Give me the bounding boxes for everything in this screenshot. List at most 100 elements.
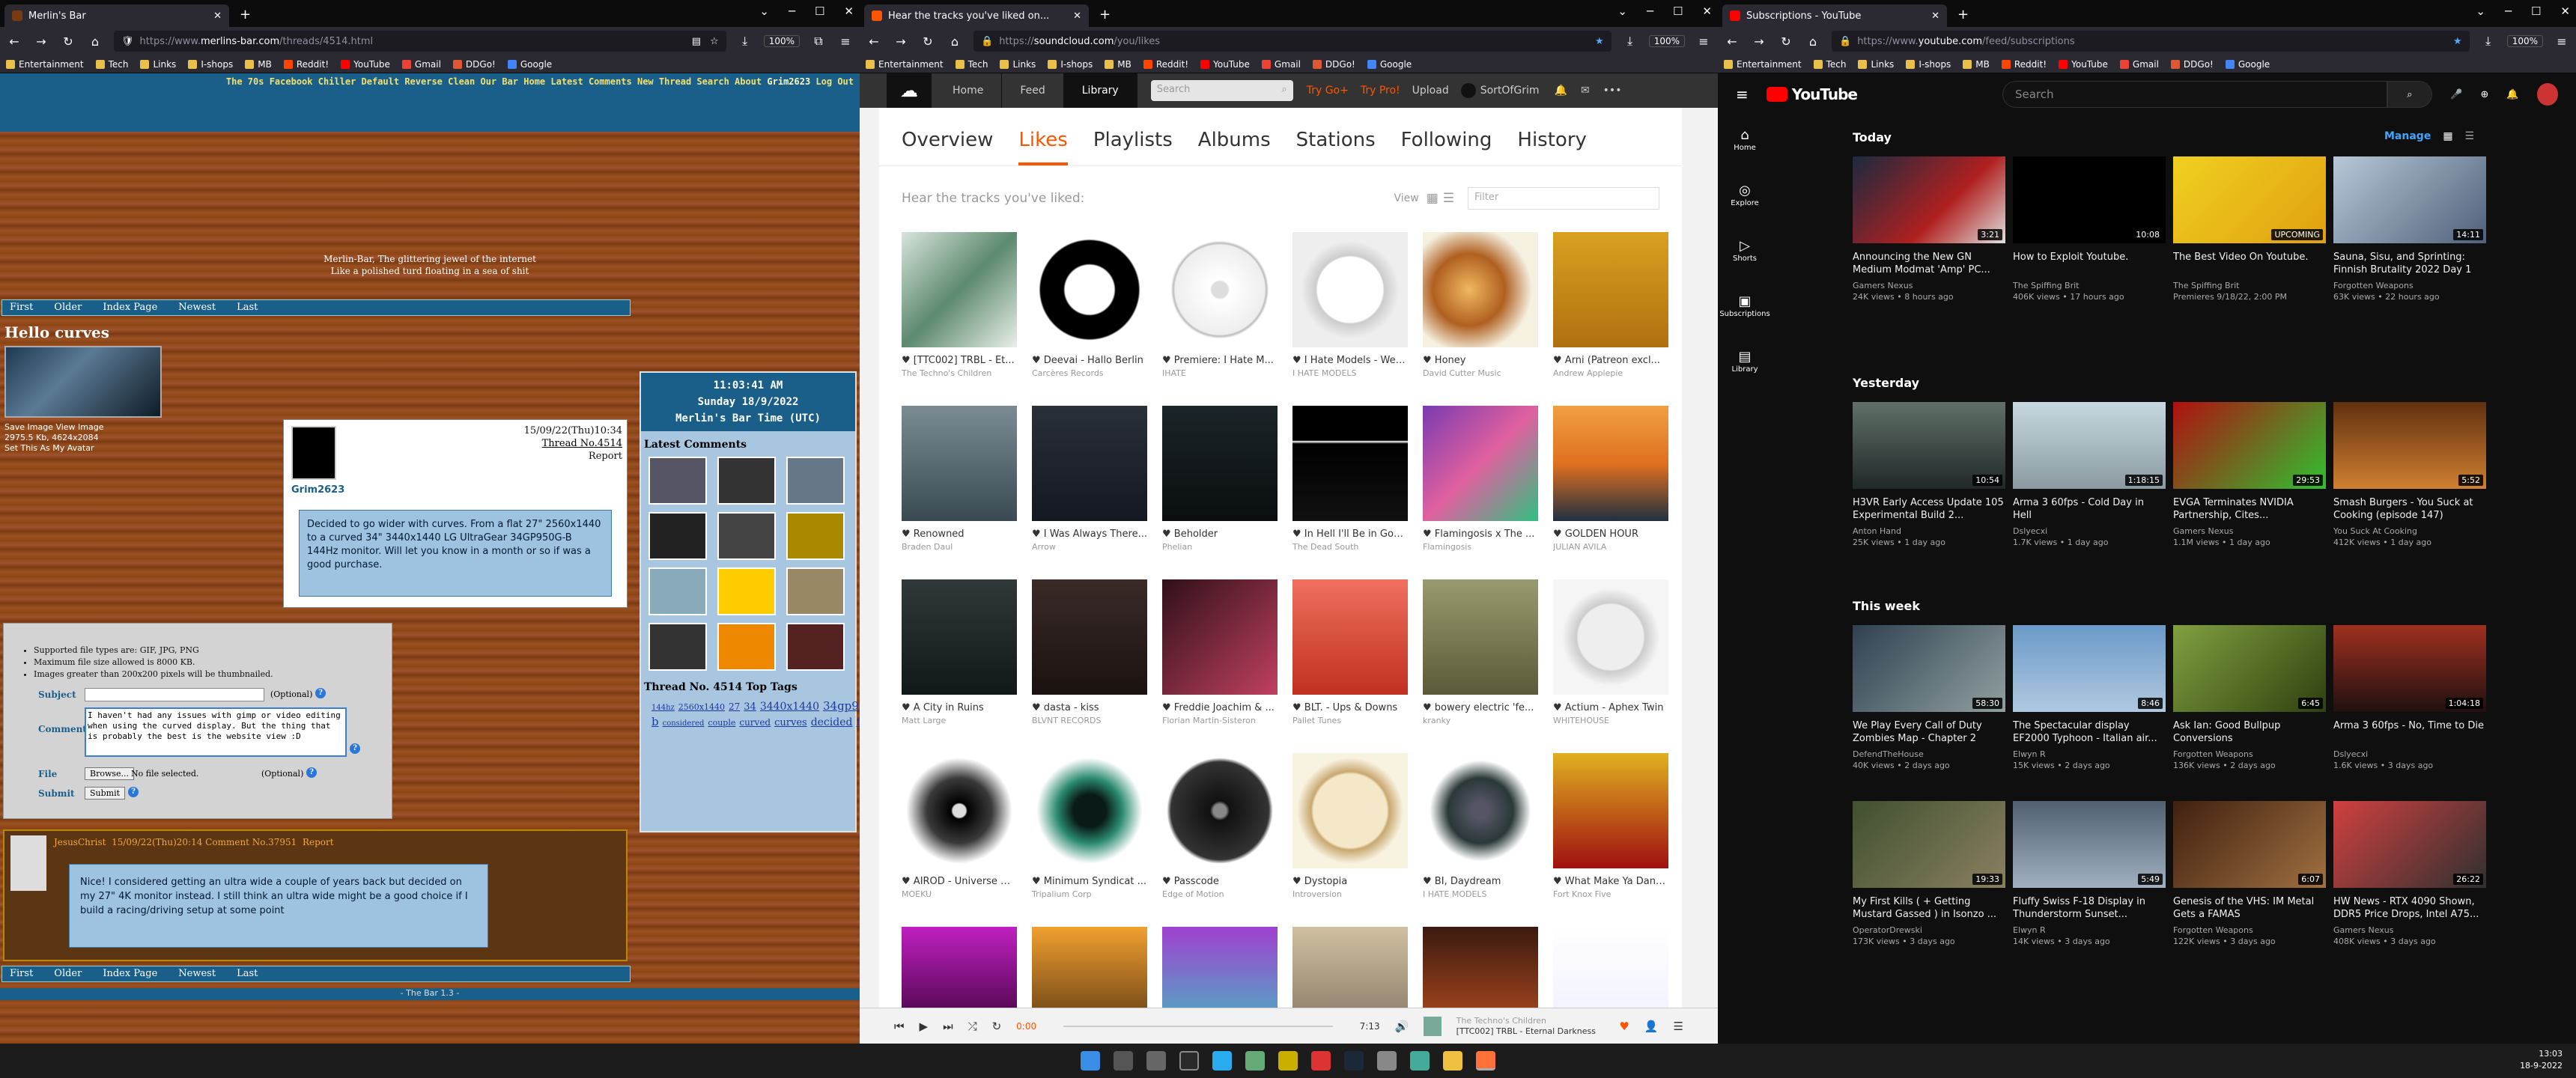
video-card[interactable]: 19:33 My First Kills ( + Getting Mustard … (1853, 801, 2005, 946)
browse-button[interactable]: Browse... (85, 767, 135, 780)
shuffle-icon[interactable]: ⤮ (968, 1020, 977, 1033)
track-title[interactable]: ♥ BLT. - Ups & Downs (1292, 702, 1408, 713)
tab-merlins[interactable]: Merlin's Bar ✕ (4, 4, 229, 27)
new-tab-icon[interactable]: + (1947, 7, 1979, 27)
track-title[interactable]: ♥ What Make Ya Danc... (1553, 876, 1668, 887)
track-artist[interactable]: Florian Martin-Sisteron (1162, 716, 1278, 725)
guide-library[interactable]: ▤ Library (1718, 337, 1772, 392)
more-icon[interactable]: ••• (1603, 85, 1622, 97)
channel-name[interactable]: Elwyn R (2013, 749, 2166, 759)
heart-icon[interactable]: ♥ (1292, 355, 1304, 366)
video-title[interactable]: Arma 3 60fps - Cold Day in Hell (2013, 496, 2166, 522)
video-card[interactable]: 3:21 Announcing the New GN Medium Modmat … (1853, 156, 2005, 302)
channel-name[interactable]: Gamers Nexus (2173, 526, 2326, 536)
video-title[interactable]: H3VR Early Access Update 105 Experimenta… (1853, 496, 2005, 522)
bookmark-8[interactable]: DDGo! (452, 59, 496, 70)
video-thumbnail[interactable]: 1:18:15 (2013, 402, 2166, 489)
heart-icon[interactable]: ♥ (1553, 355, 1565, 366)
bookmark-6[interactable]: YouTube (341, 59, 390, 70)
reload-icon[interactable]: ↻ (60, 34, 76, 49)
star-icon[interactable]: ★ (1595, 36, 1604, 47)
track-artwork[interactable] (1032, 232, 1147, 347)
track-artwork[interactable] (1292, 232, 1408, 347)
video-thumbnail[interactable]: 29:53 (2173, 402, 2326, 489)
home-icon[interactable]: ⌂ (947, 34, 963, 49)
heart-icon[interactable]: ♥ (1032, 702, 1044, 713)
list-view-icon[interactable]: ☰ (1443, 191, 1454, 206)
bookmark-7[interactable]: Gmail (1261, 59, 1301, 70)
track-title[interactable]: ♥ Actium - Aphex Twin (1553, 702, 1668, 713)
forward-icon[interactable]: → (33, 34, 49, 49)
comment-thumb[interactable] (717, 623, 776, 671)
channel-name[interactable]: DefendTheHouse (1853, 749, 2005, 759)
reply-author[interactable]: JesusChrist (54, 837, 106, 847)
track-artwork[interactable] (902, 232, 1017, 347)
track-title[interactable]: ♥ AIROD - Universe O... (902, 876, 1017, 887)
video-card[interactable]: 1:04:18 Arma 3 60fps - No, Time to Die Dsl… (2333, 625, 2486, 770)
video-thumbnail[interactable]: 19:33 (1853, 801, 2005, 888)
track-artist[interactable]: IHATE (1162, 368, 1278, 378)
comment-thumb[interactable] (717, 457, 776, 505)
tag-link[interactable]: decided (811, 716, 853, 728)
heart-icon[interactable]: ♥ (1032, 529, 1044, 540)
heart-icon[interactable]: ♥ (1423, 529, 1435, 540)
track-title[interactable]: ♥ bowery electric 'fe... (1423, 702, 1538, 713)
bell-icon[interactable]: 🔔 (1555, 85, 1567, 97)
tab-albums[interactable]: Albums (1198, 129, 1271, 165)
tab-soundcloud[interactable]: Hear the tracks you've liked on... ✕ (864, 4, 1089, 27)
track-card[interactable]: ♥ Dystopia Introversion (1292, 753, 1408, 927)
terminal-icon[interactable] (1179, 1051, 1199, 1071)
comment-thumb[interactable] (786, 623, 845, 671)
comment-textarea[interactable]: I haven't had any issues with gimp or vi… (85, 707, 347, 757)
track-card[interactable]: ♥ AIROD - Universe O... MOEKU (902, 753, 1017, 927)
heart-icon[interactable]: ♥ (1292, 529, 1304, 540)
now-playing-title[interactable]: [TTC002] TRBL - Eternal Darkness (1456, 1026, 1605, 1037)
now-playing-artist[interactable]: The Techno's Children (1456, 1016, 1605, 1026)
chevron-down-icon[interactable]: ⌄ (1617, 4, 1627, 18)
app-icon[interactable] (1311, 1051, 1331, 1071)
youtube-logo[interactable]: YouTube (1766, 85, 1858, 103)
guide-home[interactable]: ⌂ Home (1718, 115, 1772, 171)
bookmark-3[interactable]: I-shops (188, 59, 233, 70)
url-bar[interactable]: 🔒 https://soundcloud.com/you/likes ★ (973, 31, 1611, 52)
download-icon[interactable]: ⤓ (1622, 34, 1638, 49)
channel-name[interactable]: Dslyecxi (2013, 526, 2166, 536)
filter-input[interactable]: Filter (1468, 187, 1659, 210)
channel-name[interactable]: Forgotten Weapons (2333, 281, 2486, 290)
zoom-level[interactable]: 100% (763, 35, 800, 47)
repeat-icon[interactable]: ↻ (992, 1020, 1002, 1033)
track-card[interactable]: ♥ Actium - Aphex Twin WHITEHOUSE (1553, 579, 1668, 753)
track-artwork[interactable] (1553, 753, 1668, 868)
video-title[interactable]: Sauna, Sisu, and Sprinting: Finnish Brut… (2333, 251, 2486, 276)
comment-thumb[interactable] (648, 457, 707, 505)
track-artwork[interactable] (1553, 579, 1668, 695)
heart-icon[interactable]: ♥ (1162, 529, 1174, 540)
track-title[interactable]: ♥ Premiere: I Hate M... (1162, 355, 1278, 366)
track-title[interactable]: ♥ GOLDEN HOUR (1553, 529, 1668, 540)
bookmark-7[interactable]: Gmail (2119, 59, 2159, 70)
channel-name[interactable]: Elwyn R (2013, 925, 2166, 935)
bookmark-3[interactable]: I-shops (1048, 59, 1093, 70)
tag-link[interactable]: curved (739, 717, 771, 728)
bookmark-0[interactable]: Entertainment (6, 59, 84, 70)
app-icon[interactable] (1377, 1051, 1397, 1071)
track-title[interactable]: ♥ [TTC002] TRBL - Et... (902, 355, 1017, 366)
track-artist[interactable]: Flamingosis (1423, 542, 1538, 552)
track-title[interactable]: ♥ dasta - kiss (1032, 702, 1147, 713)
video-thumbnail[interactable]: 26:22 (2333, 801, 2486, 888)
reload-icon[interactable]: ↻ (920, 34, 936, 49)
channel-name[interactable]: Anton Hand (1853, 526, 2005, 536)
track-artist[interactable]: Edge of Motion (1162, 889, 1278, 899)
bookmark-2[interactable]: Links (1858, 59, 1894, 70)
heart-icon[interactable]: ♥ (1032, 355, 1044, 366)
reload-icon[interactable]: ↻ (1778, 34, 1794, 49)
track-artist[interactable]: Matt Large (902, 716, 1017, 725)
track-artist[interactable]: Andrew Applepie (1553, 368, 1668, 378)
grid-view-icon[interactable]: ▦ (1427, 191, 1439, 206)
nav-last[interactable]: Last (237, 968, 258, 980)
upload-link[interactable]: Upload (1412, 85, 1449, 97)
tag-link[interactable]: 27 (729, 701, 740, 712)
track-card[interactable]: ♥ BI, Daydream I HATE MODELS (1423, 753, 1538, 927)
track-artist[interactable]: BLVNT RECORDS (1032, 716, 1147, 725)
minimize-icon[interactable]: ─ (1647, 4, 1653, 18)
